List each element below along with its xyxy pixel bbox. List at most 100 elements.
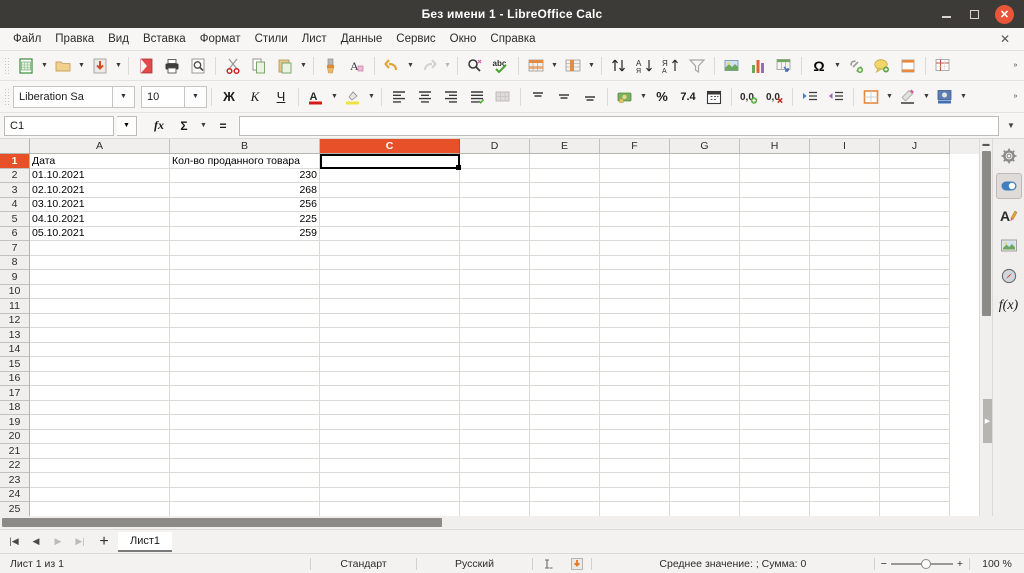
cell-F16[interactable] bbox=[600, 372, 670, 387]
cell-C8[interactable] bbox=[320, 256, 460, 271]
cell-I3[interactable] bbox=[810, 183, 880, 198]
cell-C18[interactable] bbox=[320, 401, 460, 416]
hyperlink-button[interactable] bbox=[843, 54, 869, 78]
cell-I25[interactable] bbox=[810, 502, 880, 516]
sort-button[interactable] bbox=[606, 54, 632, 78]
align-justified-button[interactable] bbox=[464, 85, 490, 109]
cell-D13[interactable] bbox=[460, 328, 530, 343]
cell-D25[interactable] bbox=[460, 502, 530, 516]
merge-cells-button[interactable] bbox=[490, 85, 516, 109]
cell-B19[interactable] bbox=[170, 415, 320, 430]
cell-D5[interactable] bbox=[460, 212, 530, 227]
cell-B8[interactable] bbox=[170, 256, 320, 271]
cell-D10[interactable] bbox=[460, 285, 530, 300]
cell-F8[interactable] bbox=[600, 256, 670, 271]
sidebar-gallery-button[interactable] bbox=[996, 233, 1022, 259]
cell-D2[interactable] bbox=[460, 169, 530, 184]
format-number-button[interactable]: 7.4 bbox=[675, 85, 701, 109]
cell-F12[interactable] bbox=[600, 314, 670, 329]
cell-H15[interactable] bbox=[740, 357, 810, 372]
cell-A8[interactable] bbox=[30, 256, 170, 271]
row-header-7[interactable]: 7 bbox=[0, 241, 30, 256]
cell-D22[interactable] bbox=[460, 459, 530, 474]
cell-I22[interactable] bbox=[810, 459, 880, 474]
cell-A19[interactable] bbox=[30, 415, 170, 430]
cell-I24[interactable] bbox=[810, 488, 880, 503]
cell-E16[interactable] bbox=[530, 372, 600, 387]
italic-button[interactable]: К bbox=[242, 85, 268, 109]
cell-D24[interactable] bbox=[460, 488, 530, 503]
cell-J7[interactable] bbox=[880, 241, 950, 256]
cell-C15[interactable] bbox=[320, 357, 460, 372]
cell-E18[interactable] bbox=[530, 401, 600, 416]
cell-F14[interactable] bbox=[600, 343, 670, 358]
find-replace-button[interactable] bbox=[462, 54, 488, 78]
cell-G22[interactable] bbox=[670, 459, 740, 474]
cell-D20[interactable] bbox=[460, 430, 530, 445]
cell-B6[interactable]: 259 bbox=[170, 227, 320, 242]
cell-J6[interactable] bbox=[880, 227, 950, 242]
sort-descending-button[interactable]: ЯA bbox=[658, 54, 684, 78]
cell-A12[interactable] bbox=[30, 314, 170, 329]
cell-C20[interactable] bbox=[320, 430, 460, 445]
cell-C24[interactable] bbox=[320, 488, 460, 503]
last-sheet-button[interactable]: ▶| bbox=[70, 532, 90, 552]
print-button[interactable] bbox=[159, 54, 185, 78]
cell-E17[interactable] bbox=[530, 386, 600, 401]
cell-G15[interactable] bbox=[670, 357, 740, 372]
row-header-8[interactable]: 8 bbox=[0, 256, 30, 271]
spelling-button[interactable]: abc bbox=[488, 54, 514, 78]
column-header-a[interactable]: A bbox=[30, 139, 170, 154]
cell-F10[interactable] bbox=[600, 285, 670, 300]
open-document-dropdown[interactable]: ▼ bbox=[76, 54, 87, 78]
borders-dropdown[interactable]: ▼ bbox=[884, 85, 895, 109]
undo-button[interactable] bbox=[379, 54, 405, 78]
currency-dropdown[interactable]: ▼ bbox=[638, 85, 649, 109]
column-header-i[interactable]: I bbox=[810, 139, 880, 154]
menu-window[interactable]: Окно bbox=[443, 31, 484, 47]
align-center-button[interactable] bbox=[412, 85, 438, 109]
name-box[interactable]: C1 bbox=[4, 116, 114, 136]
cell-D18[interactable] bbox=[460, 401, 530, 416]
export-pdf-button[interactable] bbox=[133, 54, 159, 78]
cell-I14[interactable] bbox=[810, 343, 880, 358]
toolbar-grip[interactable] bbox=[4, 57, 10, 75]
cell-A6[interactable]: 05.10.2021 bbox=[30, 227, 170, 242]
cell-E4[interactable] bbox=[530, 198, 600, 213]
cell-E10[interactable] bbox=[530, 285, 600, 300]
menu-styles[interactable]: Стили bbox=[248, 31, 295, 47]
cell-D15[interactable] bbox=[460, 357, 530, 372]
cell-F1[interactable] bbox=[600, 154, 670, 169]
paste-button[interactable] bbox=[272, 54, 298, 78]
cell-G10[interactable] bbox=[670, 285, 740, 300]
cell-J22[interactable] bbox=[880, 459, 950, 474]
border-style-dropdown[interactable]: ▼ bbox=[921, 85, 932, 109]
scroll-up-button[interactable]: ▬ bbox=[980, 139, 992, 149]
cell-C13[interactable] bbox=[320, 328, 460, 343]
cell-D4[interactable] bbox=[460, 198, 530, 213]
sidebar-settings-button[interactable] bbox=[996, 143, 1022, 169]
delete-decimal-button[interactable]: 0,0 bbox=[762, 85, 788, 109]
column-header-f[interactable]: F bbox=[600, 139, 670, 154]
cell-E24[interactable] bbox=[530, 488, 600, 503]
select-all-corner[interactable] bbox=[0, 139, 30, 154]
cell-H23[interactable] bbox=[740, 473, 810, 488]
cell-A7[interactable] bbox=[30, 241, 170, 256]
cell-I2[interactable] bbox=[810, 169, 880, 184]
cell-D7[interactable] bbox=[460, 241, 530, 256]
print-preview-button[interactable] bbox=[185, 54, 211, 78]
cell-E14[interactable] bbox=[530, 343, 600, 358]
cell-G19[interactable] bbox=[670, 415, 740, 430]
insert-chart-button[interactable] bbox=[745, 54, 771, 78]
cell-B13[interactable] bbox=[170, 328, 320, 343]
cell-A20[interactable] bbox=[30, 430, 170, 445]
row-header-25[interactable]: 25 bbox=[0, 502, 30, 516]
cell-D23[interactable] bbox=[460, 473, 530, 488]
column-header-g[interactable]: G bbox=[670, 139, 740, 154]
cell-J21[interactable] bbox=[880, 444, 950, 459]
sidebar-functions-button[interactable]: f(x) bbox=[996, 293, 1022, 319]
cell-G5[interactable] bbox=[670, 212, 740, 227]
paste-dropdown[interactable]: ▼ bbox=[298, 54, 309, 78]
insert-column-button[interactable] bbox=[560, 54, 586, 78]
cell-H12[interactable] bbox=[740, 314, 810, 329]
